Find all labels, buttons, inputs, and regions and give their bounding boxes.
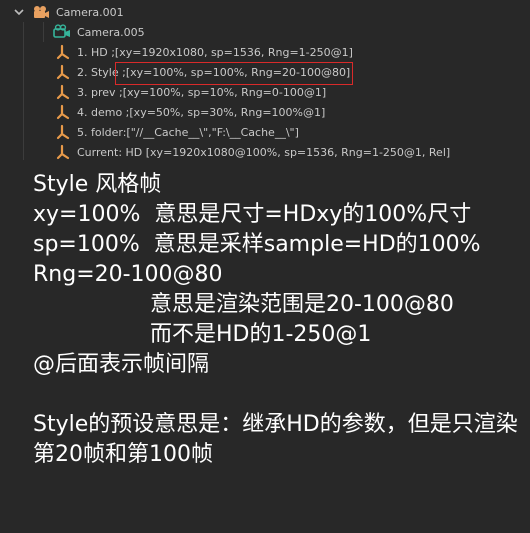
note-line: xy=100% 意思是尺寸=HDxy的100%尺寸 xyxy=(33,202,472,227)
outliner-row-marker[interactable]: 4. demo ;[xy=50%, sp=30%, Rng=100%@1] xyxy=(0,102,530,122)
camera-object-icon xyxy=(34,6,49,18)
chevron-down-icon[interactable] xyxy=(12,5,26,19)
marker-label[interactable]: Current: HD [xy=1920x1080@100%, sp=1536,… xyxy=(77,146,450,159)
marker-label[interactable]: 1. HD ;[xy=1920x1080, sp=1536, Rng=1-250… xyxy=(77,46,353,59)
annotation-notes: Style 风格帧 xy=100% 意思是尺寸=HDxy的100%尺寸 sp=1… xyxy=(33,170,523,470)
outliner-row-marker[interactable]: 3. prev ;[xy=100%, sp=10%, Rng=0-100@1] xyxy=(0,82,530,102)
marker-label[interactable]: 5. folder:["//__Cache__\","F:\__Cache__\… xyxy=(77,126,299,139)
outliner-row-marker[interactable]: 1. HD ;[xy=1920x1080, sp=1536, Rng=1-250… xyxy=(0,42,530,62)
note-paragraph: Style的预设意思是：继承HD的参数，但是只渲染第20帧和第100帧 xyxy=(33,412,518,467)
bone-icon xyxy=(56,144,70,160)
marker-label[interactable]: 4. demo ;[xy=50%, sp=30%, Rng=100%@1] xyxy=(77,106,325,119)
outliner-row-marker[interactable]: Current: HD [xy=1920x1080@100%, sp=1536,… xyxy=(0,142,530,162)
annotation-highlight-box xyxy=(115,62,353,85)
bone-icon xyxy=(56,124,70,140)
outliner-row-camera[interactable]: Camera.001 xyxy=(0,2,530,22)
outliner-row-marker[interactable]: 5. folder:["//__Cache__\","F:\__Cache__\… xyxy=(0,122,530,142)
bone-icon xyxy=(56,84,70,100)
outliner-panel: Camera.001 Camera.005 1. HD ;[xy=1920x10… xyxy=(0,0,530,162)
note-line: sp=100% 意思是采样sample=HD的100% xyxy=(33,232,481,257)
marker-label[interactable]: 3. prev ;[xy=100%, sp=10%, Rng=0-100@1] xyxy=(77,86,326,99)
note-line: 而不是HD的1-250@1 xyxy=(150,322,372,347)
note-line: Style 风格帧 xyxy=(33,172,162,197)
note-line: @后面表示帧间隔 xyxy=(33,352,210,377)
camera-data-name[interactable]: Camera.005 xyxy=(77,26,145,39)
bone-icon xyxy=(56,104,70,120)
note-spacer xyxy=(33,380,523,410)
camera-data-icon xyxy=(53,24,70,38)
note-line: Rng=20-100@80 xyxy=(33,262,223,287)
outliner-row-camera-data[interactable]: Camera.005 xyxy=(0,22,530,42)
bone-icon xyxy=(56,64,70,80)
bone-icon xyxy=(56,44,70,60)
camera-name[interactable]: Camera.001 xyxy=(56,6,124,19)
note-line: 意思是渲染范围是20-100@80 xyxy=(150,292,454,317)
